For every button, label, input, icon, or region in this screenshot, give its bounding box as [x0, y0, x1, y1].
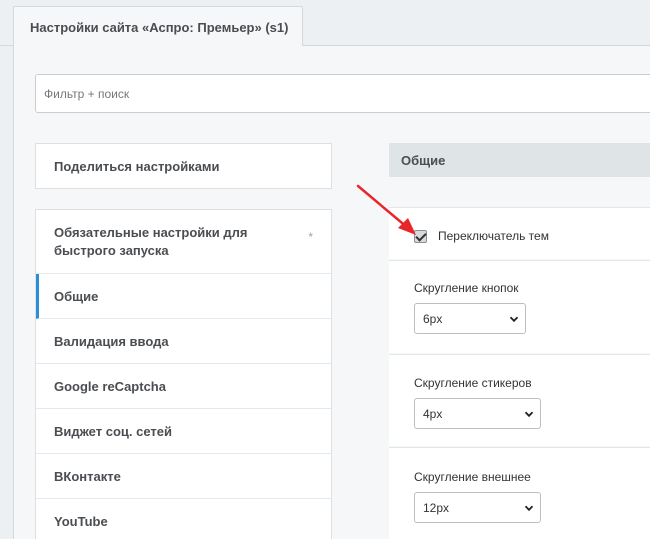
tab-bar: Настройки сайта «Аспро: Премьер» (s1) [0, 0, 650, 47]
outer-rounding-label: Скругление внешнее [414, 470, 531, 484]
annotation-arrow-icon [356, 184, 416, 235]
sidebar-item-label: Общие [54, 288, 99, 304]
sidebar-item-vkontakte[interactable]: ВКонтакте [36, 454, 331, 499]
section-title: Общие [401, 152, 446, 168]
sidebar-item-general[interactable]: Общие [36, 274, 331, 319]
sidebar-item-label: Виджет соц. сетей [54, 423, 172, 439]
theme-switch-label: Переключатель тем [438, 229, 549, 243]
button-rounding-label: Скругление кнопок [414, 281, 519, 295]
sidebar-item-input-validation[interactable]: Валидация ввода [36, 319, 331, 364]
sticker-rounding-select[interactable]: 4px [414, 398, 541, 429]
tab-site-settings[interactable]: Настройки сайта «Аспро: Премьер» (s1) [13, 6, 303, 47]
settings-sidebar-menu: Обязательные настройки для быстрого запу… [35, 209, 332, 539]
button-rounding-select[interactable]: 6px [414, 303, 526, 334]
share-settings-button[interactable]: Поделиться настройками [35, 143, 332, 189]
chevron-down-icon [524, 505, 534, 511]
filter-placeholder: Фильтр + поиск [44, 86, 130, 101]
chevron-down-icon [509, 316, 519, 322]
sticker-rounding-value: 4px [423, 406, 443, 421]
outer-rounding-select[interactable]: 12px [414, 492, 541, 523]
button-rounding-value: 6px [423, 311, 443, 326]
sidebar-item-label: YouTube [54, 513, 108, 529]
share-settings-label: Поделиться настройками [54, 158, 220, 174]
sidebar-item-required-settings[interactable]: Обязательные настройки для быстрого запу… [36, 210, 331, 274]
section-header-general: Общие [389, 143, 650, 177]
sidebar-item-label: Обязательные настройки для быстрого запу… [54, 224, 248, 258]
required-star-icon: * [308, 230, 313, 244]
sticker-rounding-label: Скругление стикеров [414, 376, 532, 390]
tab-title: Настройки сайта «Аспро: Премьер» (s1) [30, 19, 289, 35]
sidebar-item-social-widget[interactable]: Виджет соц. сетей [36, 409, 331, 454]
sidebar-item-label: Валидация ввода [54, 333, 169, 349]
sidebar-item-label: ВКонтакте [54, 468, 121, 484]
sidebar-item-youtube[interactable]: YouTube [36, 499, 331, 539]
sidebar-item-label: Google reCaptcha [54, 378, 166, 394]
sidebar-item-recaptcha[interactable]: Google reCaptcha [36, 364, 331, 409]
filter-search-input[interactable]: Фильтр + поиск [35, 74, 650, 113]
outer-rounding-value: 12px [423, 500, 450, 515]
chevron-down-icon [524, 411, 534, 417]
theme-switch-row[interactable]: Переключатель тем [414, 229, 549, 243]
